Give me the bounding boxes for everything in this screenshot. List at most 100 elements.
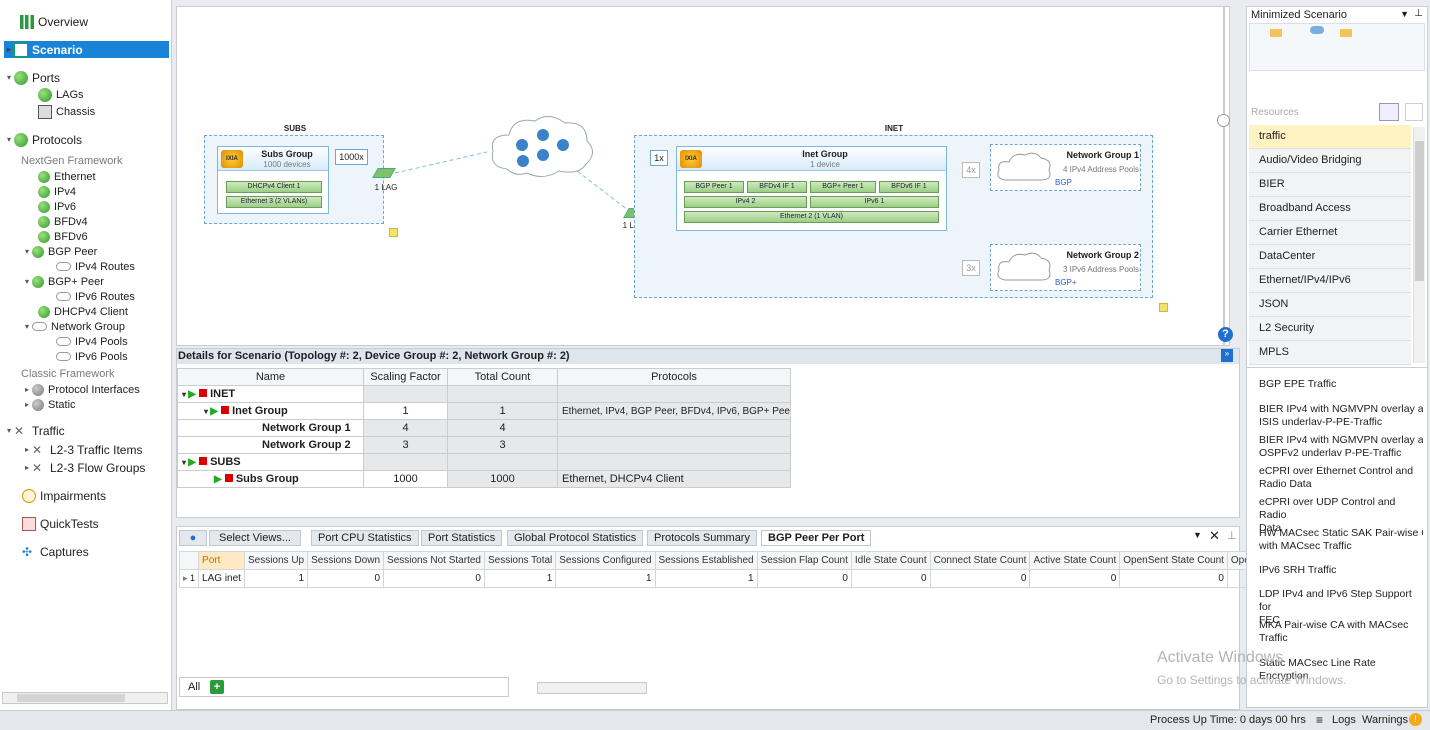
nav-ports[interactable]: ▾ Ports: [4, 70, 60, 85]
add-filter-icon[interactable]: +: [210, 680, 224, 694]
inet-device-group[interactable]: IXIA Inet Group 1 device BGP Peer 1 BFDv…: [676, 146, 947, 231]
nav-impairments[interactable]: Impairments: [12, 488, 106, 503]
inet-bgpplus-peer-pill[interactable]: BGP+ Peer 1: [810, 181, 876, 193]
ng1-multiplier[interactable]: 4x: [962, 162, 980, 178]
left-horizontal-scrollbar[interactable]: [2, 692, 168, 704]
nav-ipv4[interactable]: IPv4: [38, 184, 76, 199]
table-row[interactable]: ▾ ▶ SUBS: [177, 453, 791, 471]
stop-icon[interactable]: [224, 474, 233, 482]
nav-bgp-peer[interactable]: ▾ BGP Peer: [22, 244, 97, 259]
table-row[interactable]: ▾ ▶ INET: [177, 385, 791, 403]
network-group-1[interactable]: Network Group 1 4 IPv4 Address Pools BGP: [990, 144, 1141, 191]
ng2-multiplier[interactable]: 3x: [962, 260, 980, 276]
note-icon[interactable]: [1159, 303, 1168, 312]
col-sessions-down[interactable]: Sessions Down: [307, 551, 385, 570]
nav-bfdv4[interactable]: BFDv4: [38, 214, 88, 229]
table-row[interactable]: ▾ ▶ Inet Group 1 1 Ethernet, IPv4, BGP Pee…: [177, 402, 791, 420]
expand-arrow-icon[interactable]: ▸: [22, 445, 32, 454]
template-hw-macsec[interactable]: HW MACsec Static SAK Pair-wise CA with MA…: [1259, 527, 1423, 553]
resource-carrier-ethernet[interactable]: Carrier Ethernet: [1249, 221, 1411, 245]
col-port[interactable]: Port: [198, 551, 245, 570]
nav-static[interactable]: ▸ Static: [22, 397, 76, 412]
table-row[interactable]: ▸ 1 LAG inet 1 0 0 1 1 1 0 0 0 0 0: [178, 569, 1254, 588]
tab-port-statistics[interactable]: Port Statistics: [421, 530, 503, 546]
expand-arrow-icon[interactable]: ▾: [4, 135, 14, 144]
nav-ipv4-routes[interactable]: IPv4 Routes: [56, 259, 135, 274]
expand-arrow-icon[interactable]: ▾: [22, 247, 32, 256]
inet-ipv4-pill[interactable]: IPv4 2: [684, 196, 807, 208]
filter-all[interactable]: All: [188, 681, 200, 693]
nav-ipv4-pools[interactable]: IPv4 Pools: [56, 334, 128, 349]
resource-datacenter[interactable]: DataCenter: [1249, 245, 1411, 269]
list-view-icon[interactable]: [1379, 103, 1399, 121]
template-bier-ipv4-isis[interactable]: BIER IPv4 with NGMVPN overlay an ISIS und…: [1259, 403, 1423, 429]
scrollbar-thumb[interactable]: [17, 694, 125, 702]
chevron-down-icon[interactable]: ▼: [1400, 9, 1409, 19]
play-icon[interactable]: ▶: [188, 389, 196, 400]
expand-arrow-icon[interactable]: ▾: [4, 426, 14, 435]
select-views-button[interactable]: Select Views...: [209, 530, 301, 546]
collapse-icon[interactable]: »: [1221, 349, 1233, 362]
stats-horizontal-scrollbar[interactable]: [537, 682, 647, 694]
nav-captures[interactable]: ✣ Captures: [12, 544, 89, 559]
expand-arrow-icon[interactable]: ▾: [22, 277, 32, 286]
col-sessions-configured[interactable]: Sessions Configured: [555, 551, 656, 570]
nav-ipv6[interactable]: IPv6: [38, 199, 76, 214]
nav-network-group[interactable]: ▾ Network Group: [22, 319, 125, 334]
col-idle-state-count[interactable]: Idle State Count: [850, 551, 931, 570]
inet-multiplier[interactable]: 1x: [650, 150, 668, 166]
col-active-state-count[interactable]: Active State Count: [1029, 551, 1121, 570]
nav-quicktests[interactable]: QuickTests: [12, 516, 99, 531]
inet-bfdv6-pill[interactable]: BFDv6 IF 1: [879, 181, 939, 193]
resource-audio-video-bridging[interactable]: Audio/Video Bridging: [1249, 149, 1411, 173]
nav-lags[interactable]: LAGs: [38, 87, 84, 102]
table-row[interactable]: ▶ Subs Group 1000 1000 Ethernet, DHCPv4 Cl…: [177, 470, 791, 488]
tab-bgp-peer-per-port[interactable]: BGP Peer Per Port: [761, 530, 872, 546]
table-row[interactable]: Network Group 2 33: [177, 436, 791, 454]
tab-protocols-summary[interactable]: Protocols Summary: [647, 530, 757, 546]
tab-port-cpu-statistics[interactable]: Port CPU Statistics: [311, 530, 419, 546]
resource-l2-security[interactable]: L2 Security: [1249, 317, 1411, 341]
nav-scenario[interactable]: ▸ Scenario: [4, 41, 169, 58]
nav-traffic[interactable]: ▾ ✕ Traffic: [4, 423, 65, 438]
nav-ipv6-routes[interactable]: IPv6 Routes: [56, 289, 135, 304]
table-row[interactable]: Network Group 1 44: [177, 419, 791, 437]
nav-l23-flow-groups[interactable]: ▸ ✕ L2-3 Flow Groups: [22, 460, 145, 475]
tab-global-protocol-statistics[interactable]: Global Protocol Statistics: [507, 530, 644, 546]
subs-topology[interactable]: IXIA Subs Group 1000 devices DHCPv4 Clie…: [204, 135, 384, 224]
minimized-scenario-preview[interactable]: [1249, 23, 1425, 71]
expand-arrow-icon[interactable]: ▸: [22, 385, 32, 394]
save-icon[interactable]: [1405, 103, 1423, 121]
subs-ethernet-pill[interactable]: Ethernet 3 (2 VLANs): [226, 196, 322, 208]
resource-broadband-access[interactable]: Broadband Access: [1249, 197, 1411, 221]
play-icon[interactable]: ▶: [188, 457, 196, 468]
resource-mpls[interactable]: MPLS: [1249, 341, 1411, 365]
pin-icon[interactable]: ⊥: [1227, 529, 1237, 542]
expand-arrow-icon[interactable]: ▸: [22, 400, 32, 409]
col-sessions-total[interactable]: Sessions Total: [483, 551, 557, 570]
inet-ipv6-pill[interactable]: IPv6 1: [810, 196, 939, 208]
nav-bgpplus-peer[interactable]: ▾ BGP+ Peer: [22, 274, 104, 289]
expand-arrow-icon[interactable]: ▾: [4, 73, 14, 82]
col-sessions-established[interactable]: Sessions Established: [654, 551, 758, 570]
inet-topology[interactable]: 1x IXIA Inet Group 1 device BGP Peer 1 B…: [634, 135, 1153, 298]
network-group-2[interactable]: Network Group 2 3 IPv6 Address Pools BGP…: [990, 244, 1141, 291]
warnings-button[interactable]: Warnings: [1362, 714, 1408, 726]
warning-icon[interactable]: !: [1409, 713, 1422, 726]
nav-ipv6-pools[interactable]: IPv6 Pools: [56, 349, 128, 364]
help-icon[interactable]: ?: [1218, 327, 1233, 342]
play-icon[interactable]: ▶: [214, 474, 222, 485]
col-connect-state-count[interactable]: Connect State Count: [929, 551, 1031, 570]
inet-bfdv4-pill[interactable]: BFDv4 IF 1: [747, 181, 807, 193]
resource-json[interactable]: JSON: [1249, 293, 1411, 317]
template-bgp-epe-traffic[interactable]: BGP EPE Traffic: [1259, 378, 1423, 391]
stop-icon[interactable]: [199, 389, 208, 397]
nav-protocol-interfaces[interactable]: ▸ Protocol Interfaces: [22, 382, 140, 397]
nav-protocols[interactable]: ▾ Protocols: [4, 132, 82, 147]
nav-dhcpv4-client[interactable]: DHCPv4 Client: [38, 304, 128, 319]
nav-chassis[interactable]: Chassis: [38, 104, 95, 119]
col-scaling[interactable]: Scaling Factor: [363, 368, 448, 386]
resources-scrollbar[interactable]: [1413, 127, 1425, 363]
nav-bfdv6[interactable]: BFDv6: [38, 229, 88, 244]
subs-multiplier[interactable]: 1000x: [335, 149, 368, 165]
